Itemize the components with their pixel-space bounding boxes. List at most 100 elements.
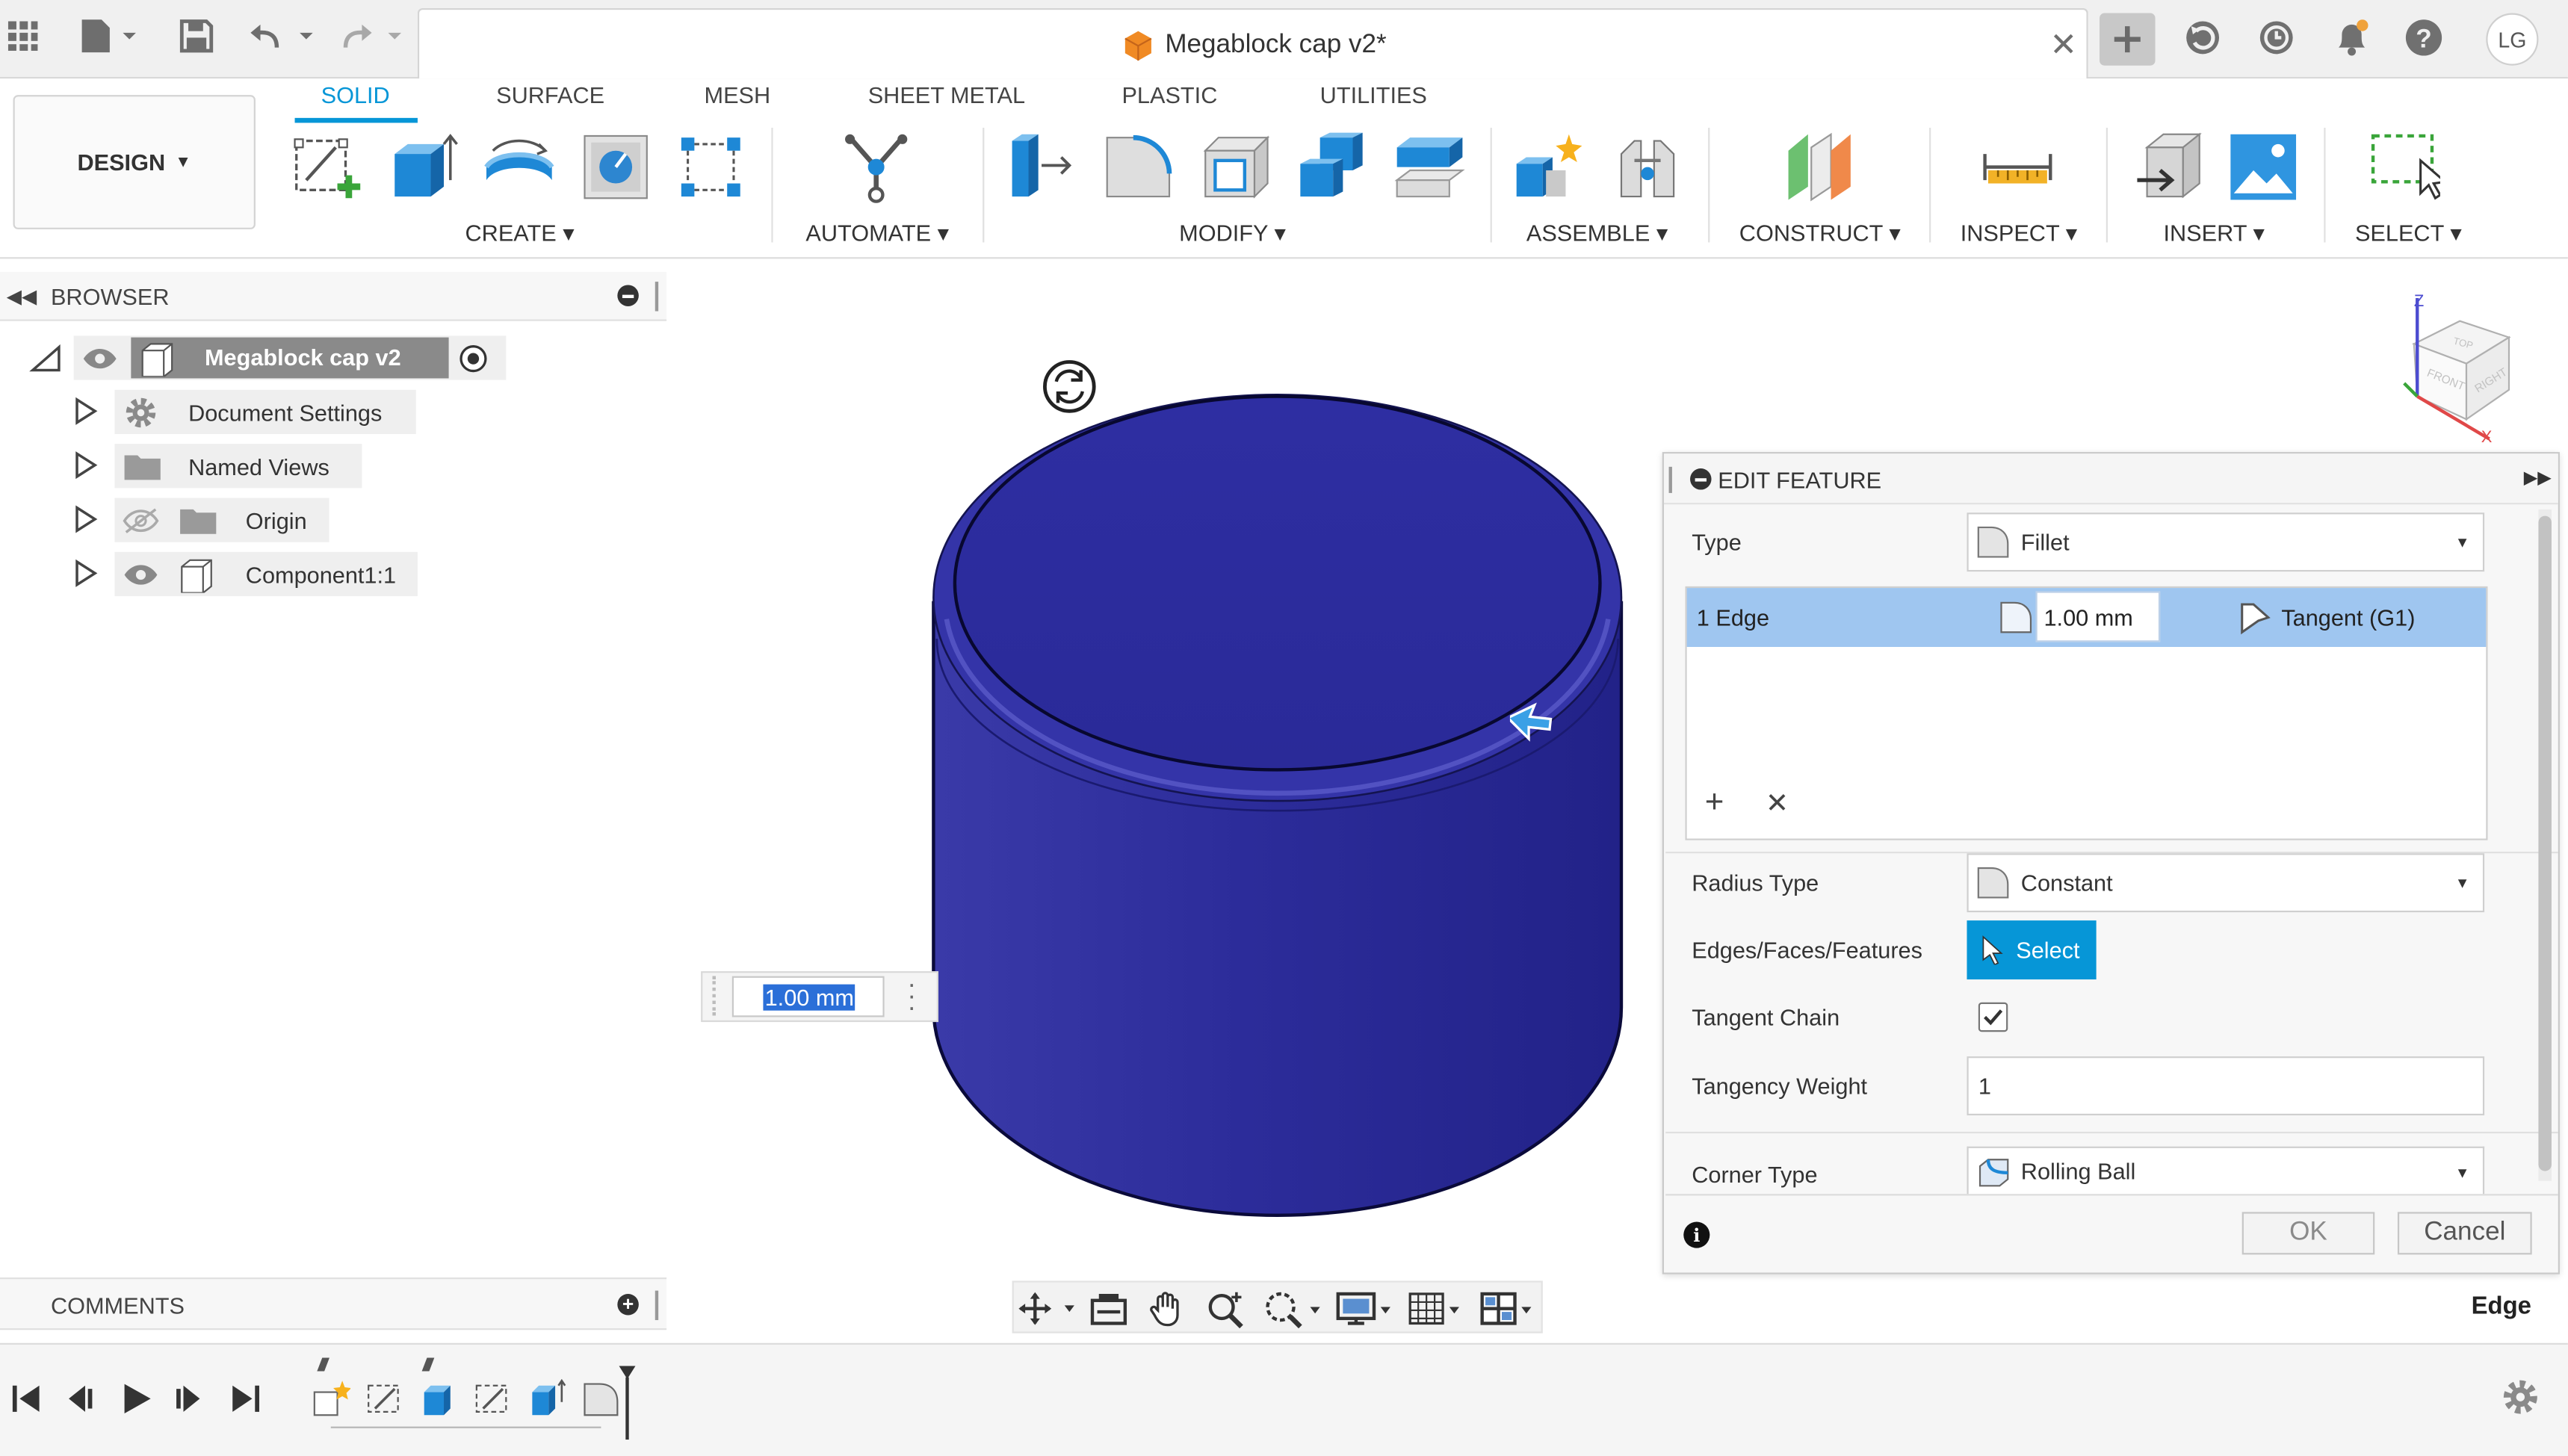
notifications-bell-icon[interactable] [2330,16,2373,67]
root-collapse-icon[interactable] [26,344,62,381]
press-pull-icon[interactable] [1006,131,1077,202]
help-icon[interactable]: ? [2404,18,2444,66]
resize-handle-icon[interactable] [655,282,659,312]
tangent-chain-checkbox[interactable] [1978,1002,2008,1032]
dialog-minimize-icon[interactable] [1690,468,1712,490]
drag-grip-icon[interactable] [712,976,719,1016]
play-icon[interactable] [118,1381,154,1425]
dialog-scrollbar[interactable] [2538,509,2552,1181]
job-status-icon[interactable] [2183,18,2223,66]
timeline-extrude-icon[interactable] [419,1379,459,1427]
new-component-icon[interactable] [1513,131,1585,202]
expand-arrow-icon[interactable] [72,559,98,596]
offset-plane-icon[interactable] [1782,131,1854,202]
collapse-browser-icon[interactable]: ◀◀ [7,285,37,308]
step-forward-icon[interactable] [173,1382,206,1423]
add-comment-icon[interactable]: + [617,1293,639,1316]
combine-icon[interactable] [1297,131,1369,202]
dialog-grip-icon[interactable] [1668,466,1672,493]
automate-icon[interactable] [840,131,912,203]
expand-arrow-icon[interactable] [72,450,98,488]
redo-icon[interactable] [338,16,413,56]
view-cube[interactable]: Z X TOP FRONT RIGHT [2395,291,2532,456]
timeline-settings-gear-icon[interactable] [2501,1378,2540,1425]
joint-icon[interactable] [1612,131,1683,202]
selection-row[interactable]: 1 Edge 1.00 mm Tangent (G1) [1686,588,2487,647]
apps-grid-icon[interactable] [3,16,43,56]
tangency-weight-input[interactable]: 1 [1967,1056,2485,1116]
shell-icon[interactable] [1198,131,1270,202]
save-icon[interactable] [177,16,217,56]
tab-plastic[interactable]: PLASTIC [1121,82,1217,108]
window-select-icon[interactable] [2368,131,2448,202]
remove-selection-icon[interactable]: ✕ [1766,788,1789,821]
timeline-extrude-icon[interactable] [527,1378,567,1427]
more-options-icon[interactable]: · · · [907,972,916,1021]
insert-derive-icon[interactable] [2134,131,2206,202]
go-to-start-icon[interactable] [10,1382,43,1423]
modify-group-menu[interactable]: MODIFY ▾ [1179,220,1286,247]
select-group-menu[interactable]: SELECT ▾ [2355,220,2462,247]
tab-utilities[interactable]: UTILITIES [1320,82,1427,108]
timeline-marker[interactable] [617,1364,637,1448]
construct-group-menu[interactable]: CONSTRUCT ▾ [1739,220,1901,247]
hidden-eye-icon[interactable] [121,508,161,542]
measure-icon[interactable] [1981,131,2053,202]
pan-hand-icon[interactable] [1148,1289,1188,1336]
timeline-new-component-icon[interactable] [311,1379,352,1427]
tab-mesh[interactable]: MESH [705,82,771,108]
tab-sheet-metal[interactable]: SHEET METAL [868,82,1025,108]
ok-button[interactable]: OK [2241,1212,2375,1255]
radius-input[interactable]: 1.00 mm [2035,591,2161,642]
workspace-switcher[interactable]: DESIGN ▼ [13,95,256,229]
fillet-drag-arrow-icon[interactable] [1506,693,1559,753]
tab-solid[interactable]: SOLID [321,82,390,108]
close-tab-icon[interactable]: ✕ [2047,26,2080,63]
expand-arrow-icon[interactable] [72,504,98,542]
timeline-sketch-icon[interactable] [473,1379,513,1427]
step-back-icon[interactable] [62,1382,95,1423]
create-group-menu[interactable]: CREATE ▾ [465,220,574,247]
history-clock-icon[interactable] [2256,18,2296,66]
file-menu-icon[interactable] [75,16,141,56]
activate-radio-icon[interactable] [459,344,488,381]
assemble-group-menu[interactable]: ASSEMBLE ▾ [1526,220,1668,247]
select-edges-button[interactable]: Select [1967,920,2097,980]
orbit-icon[interactable] [1017,1291,1079,1335]
viewports-icon[interactable] [1479,1289,1541,1336]
radius-type-dropdown[interactable]: Constant ▼ [1967,853,2485,913]
undo-icon[interactable] [246,16,321,56]
automate-group-menu[interactable]: AUTOMATE ▾ [805,220,949,247]
type-dropdown[interactable]: Fillet ▼ [1967,512,2485,572]
display-settings-icon[interactable] [1334,1289,1396,1336]
split-body-icon[interactable] [1393,131,1465,202]
scrollbar-thumb[interactable] [2538,515,2552,1171]
inspect-group-menu[interactable]: INSPECT ▾ [1961,220,2077,247]
grid-settings-icon[interactable] [1407,1289,1469,1336]
new-tab-button[interactable] [2100,13,2156,66]
revolve-icon[interactable] [483,131,555,202]
dimension-input[interactable]: 1.00 mm [731,976,885,1017]
visibility-eye-icon[interactable] [123,563,158,595]
tab-surface[interactable]: SURFACE [496,82,604,108]
info-icon[interactable]: i [1683,1221,1710,1248]
expand-dialog-icon[interactable]: ▶▶ [2524,467,2552,488]
user-avatar[interactable]: LG [2486,13,2539,66]
hole-icon[interactable] [580,131,652,202]
add-selection-icon[interactable]: + [1705,786,1724,819]
go-to-end-icon[interactable] [229,1382,262,1423]
timeline-fillet-icon[interactable] [581,1379,621,1427]
browser-minimize-icon[interactable] [617,285,639,306]
extrude-icon[interactable] [388,131,460,202]
model-viewport-body[interactable] [917,368,1637,1236]
visibility-eye-icon[interactable] [82,347,118,379]
continuity-value[interactable]: Tangent (G1) [2281,604,2415,631]
rectangular-pattern-icon[interactable] [675,131,746,202]
insert-group-menu[interactable]: INSERT ▾ [2164,220,2265,247]
expand-arrow-icon[interactable] [72,397,98,434]
create-sketch-icon[interactable] [291,131,363,202]
timeline-sketch-icon[interactable] [365,1379,405,1427]
fillet-icon[interactable] [1102,131,1174,202]
rotate-manipulator-icon[interactable] [1042,359,1098,423]
fit-zoom-icon[interactable] [1263,1289,1325,1336]
